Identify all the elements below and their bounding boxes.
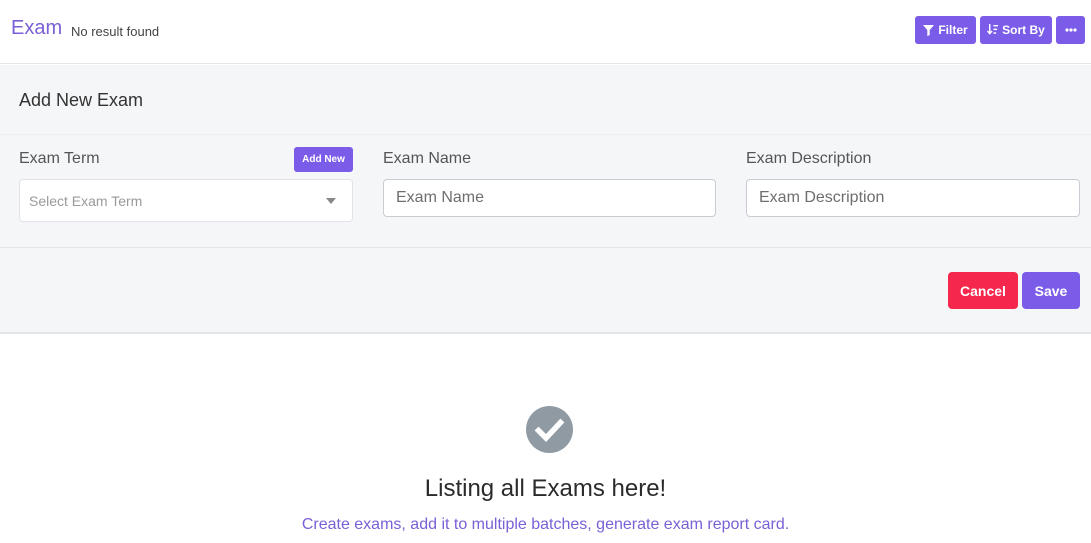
page-title: Exam <box>11 17 63 39</box>
exam-term-label: Exam Term <box>19 150 100 167</box>
sort-by-button[interactable]: Sort By <box>980 16 1052 44</box>
form-heading: Add New Exam <box>19 90 144 110</box>
empty-state-title: Listing all Exams here! <box>424 475 667 502</box>
sort-icon <box>987 24 999 36</box>
sort-label: Sort By <box>1002 23 1045 37</box>
check-circle-icon <box>526 406 573 453</box>
cancel-button[interactable]: Cancel <box>948 272 1018 309</box>
form-heading-bar: Add New Exam <box>0 65 1091 135</box>
empty-state-description: Create exams, add it to multiple batches… <box>301 516 790 533</box>
filter-label: Filter <box>938 23 968 37</box>
add-new-term-button[interactable]: Add New <box>294 147 353 172</box>
result-status: No result found <box>71 24 160 39</box>
exam-name-label: Exam Name <box>383 150 472 167</box>
exam-term-placeholder: Select Exam Term <box>29 193 143 209</box>
save-button[interactable]: Save <box>1022 272 1080 309</box>
filter-button[interactable]: Filter <box>915 16 976 44</box>
ellipsis-icon <box>1064 28 1077 32</box>
more-options-button[interactable] <box>1056 16 1085 44</box>
top-bar: Exam No result found Filter Sort By <box>0 0 1091 64</box>
add-exam-form: Add New Exam Exam Term Add New Select Ex… <box>0 65 1091 334</box>
caret-down-icon <box>326 198 336 204</box>
exam-description-input[interactable] <box>746 179 1080 217</box>
exam-description-label: Exam Description <box>746 150 872 167</box>
filter-icon <box>923 24 935 36</box>
exam-name-input[interactable] <box>383 179 716 217</box>
exam-term-select[interactable]: Select Exam Term <box>19 179 353 222</box>
form-divider <box>0 247 1091 248</box>
